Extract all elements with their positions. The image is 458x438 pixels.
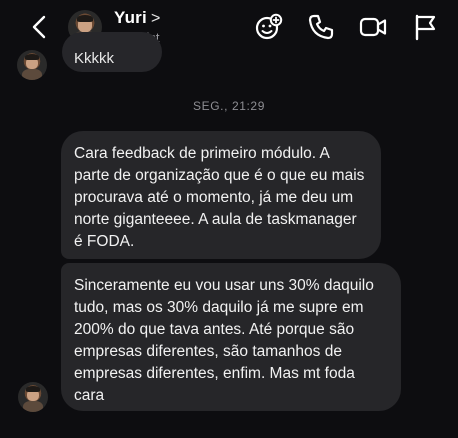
- message-text: Sinceramente eu vou usar uns 30% daquilo…: [74, 277, 374, 404]
- chevron-left-icon[interactable]: [28, 14, 52, 40]
- sender-avatar[interactable]: [18, 382, 48, 412]
- message-bubble[interactable]: Cara feedback de primeiro módulo. A part…: [61, 131, 381, 259]
- sticker-icon[interactable]: [254, 12, 284, 42]
- message-text: Cara feedback de primeiro módulo. A part…: [74, 145, 365, 250]
- flag-icon[interactable]: [410, 12, 440, 42]
- contact-name: Yuri >: [114, 8, 161, 27]
- message-bubble[interactable]: Sinceramente eu vou usar uns 30% daquilo…: [61, 263, 401, 411]
- video-camera-icon[interactable]: [358, 12, 388, 42]
- message-text: Kkkkk: [74, 50, 115, 67]
- message-timestamp: SEG., 21:29: [193, 99, 265, 113]
- phone-icon[interactable]: [306, 12, 336, 42]
- sender-avatar[interactable]: [17, 50, 47, 80]
- chevron-right-icon: >: [150, 10, 161, 27]
